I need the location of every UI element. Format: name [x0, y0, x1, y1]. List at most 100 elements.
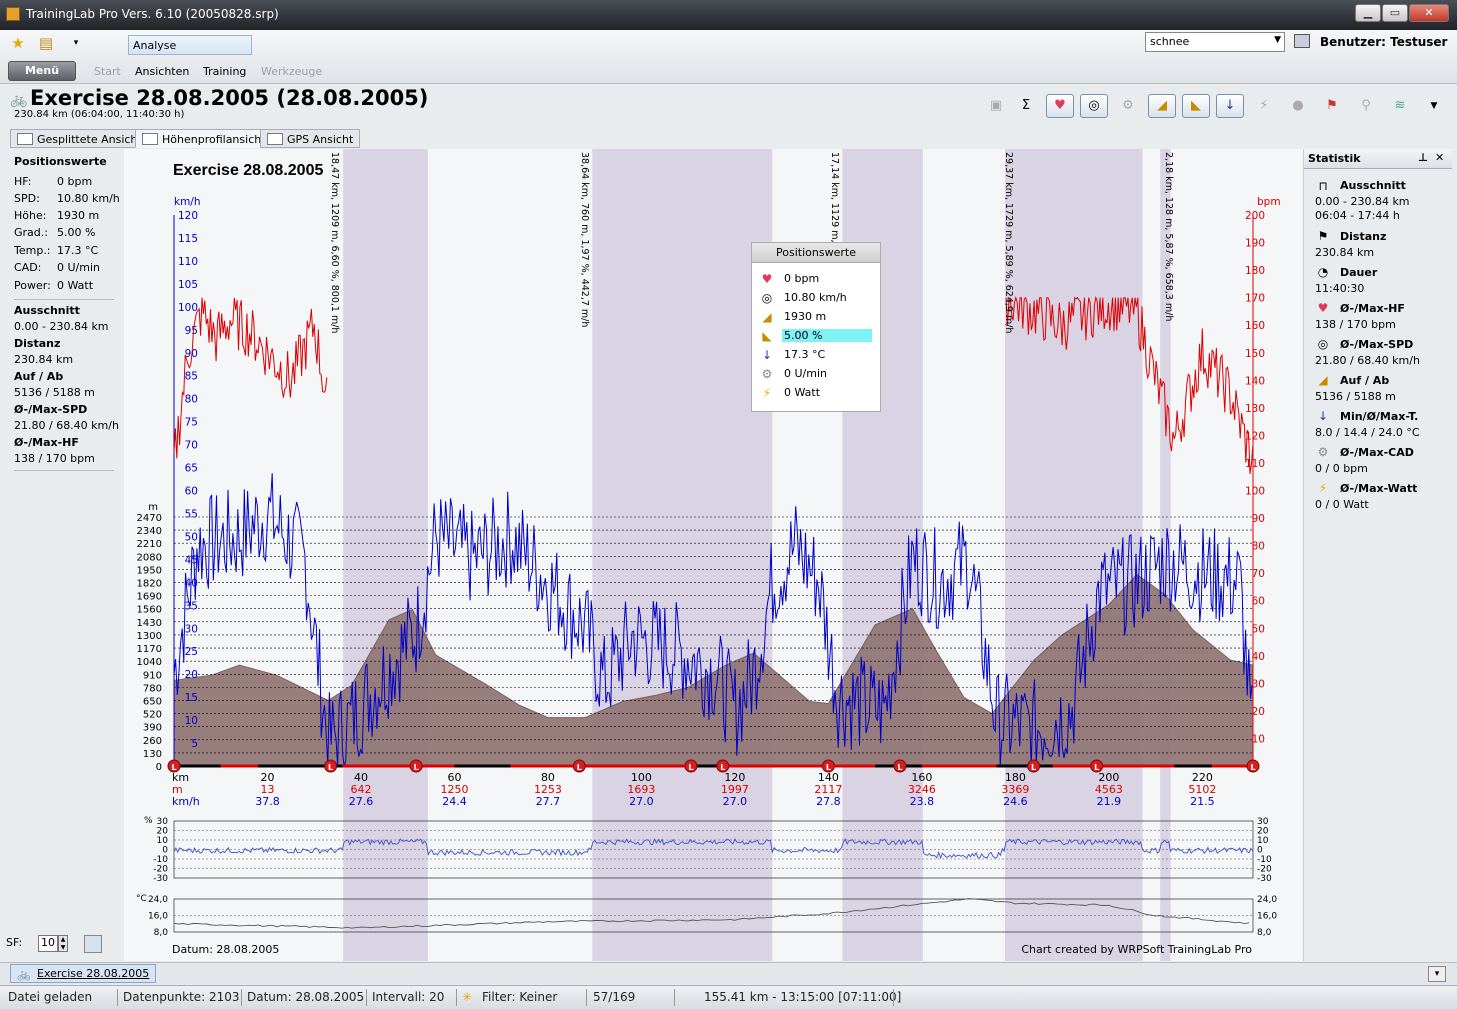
position-values-popup: Positionswerte ♥ 0 bpm ◎ 10.80 km/h ◢ 1930 …	[751, 242, 881, 412]
bike-icon: 🚲	[17, 968, 31, 981]
chart-date-label: Datum: 28.08.2005	[172, 943, 279, 956]
smoothing-factor-input[interactable]: 10	[38, 935, 58, 952]
lightning-icon: ⚡	[762, 386, 772, 400]
close-icon[interactable]: ✕	[1435, 151, 1444, 164]
pin-icon[interactable]: ⊥	[1418, 151, 1428, 164]
popup-row: ↓ 17.3 °C	[758, 347, 876, 364]
speed-row-label: km/h	[172, 795, 200, 808]
speedometer-icon: ◎	[761, 291, 773, 305]
image-icon[interactable]: ▣	[982, 94, 1010, 118]
filter-icon: ✳	[462, 990, 473, 1004]
hf-value: 0 bpm	[57, 175, 93, 188]
popup-hr-value: 0 bpm	[784, 272, 820, 285]
profile-combo[interactable]: schnee ▼	[1145, 32, 1285, 52]
smoothing-factor-spinner[interactable]: ▲ ▼	[58, 935, 68, 952]
cadence-icon: ⚙	[761, 367, 773, 381]
altitude-tick-label: 130	[143, 749, 162, 760]
power-icon[interactable]: ⚡	[1250, 94, 1278, 118]
maximize-button[interactable]: ▭	[1382, 4, 1408, 22]
power-value: 0 Watt	[57, 279, 94, 292]
menu-button[interactable]: Menü	[8, 61, 76, 81]
context-tab-analyse[interactable]: Analyse	[128, 35, 252, 55]
cad-value: 0 U/min	[57, 261, 100, 274]
title-bar: TrainingLab Pro Vers. 6.10 (20050828.srp…	[0, 0, 1457, 30]
altitude-tick-label: 1560	[137, 605, 162, 616]
sigma-icon[interactable]: Σ	[1012, 94, 1040, 118]
speed-tick-label: 80	[185, 394, 198, 406]
tab-ansichten[interactable]: Ansichten	[135, 65, 189, 78]
gradient-toggle-icon[interactable]: ◣	[1182, 94, 1210, 118]
popup-power-value: 0 Watt	[784, 386, 821, 399]
stat-value: 0 / 0 bpm	[1315, 462, 1368, 475]
close-button[interactable]: ✕	[1409, 4, 1449, 22]
stat-label: Ø-/Max-Watt	[1340, 482, 1418, 495]
cadence-icon[interactable]: ⚙	[1114, 94, 1142, 118]
tab-werkzeuge[interactable]: Werkzeuge	[261, 65, 322, 78]
climb-label: 2,18 km, 128 m, 5,87 %, 658,3 m/h	[1163, 152, 1174, 321]
speed-tick-label: 75	[185, 417, 198, 429]
speed-tick-label: 20	[185, 669, 198, 681]
heart-rate-toggle-icon[interactable]: ♥	[1046, 94, 1074, 118]
gradient-tick-label-right: -20	[1257, 865, 1272, 875]
gradient-value: 5.00 %	[57, 226, 96, 239]
hr-tick-label: 40	[1252, 651, 1265, 663]
temperature-toggle-icon[interactable]: ↓	[1216, 94, 1244, 118]
chevron-down-icon[interactable]: ▾	[1428, 966, 1446, 982]
lap-marker-label: L	[577, 763, 582, 772]
document-tab-exercise[interactable]: 🚲 Exercise 28.08.2005	[10, 964, 157, 983]
tab-start[interactable]: Start	[94, 65, 121, 78]
minimize-button[interactable]: ▁	[1355, 4, 1381, 22]
altitude-tick-label: 2470	[137, 513, 162, 524]
power-label: Power:	[14, 279, 51, 292]
speed-tick-label: 30	[185, 623, 198, 635]
stat-label: Ausschnitt	[1340, 179, 1406, 192]
apply-icon[interactable]	[84, 935, 102, 953]
speed-tick-label: 95	[185, 325, 198, 337]
temperature-tick-label-right: 24,0	[1257, 895, 1277, 905]
search-icon[interactable]: ●	[1284, 94, 1312, 118]
runner-icon[interactable]: ⚑	[1318, 94, 1346, 118]
page-subtitle: 230.84 km (06:04:00, 11:40:30 h)	[14, 109, 185, 120]
tab-hoehenprofilansicht[interactable]: Höhenprofilansicht	[135, 129, 273, 148]
speed-row-value: 37.8	[255, 795, 280, 808]
stat-label: Distanz	[1340, 230, 1387, 243]
speed-tick-label: 55	[185, 508, 198, 520]
gps-view-icon	[267, 133, 283, 145]
speed-tick-label: 115	[178, 233, 198, 245]
mountain-icon: ◢	[762, 310, 772, 324]
hr-tick-label: 140	[1245, 375, 1265, 387]
gradient-tick-label-right: -10	[1257, 855, 1272, 865]
hr-tick-label: 20	[1252, 706, 1265, 718]
tab-gesplittete-ansicht[interactable]: Gesplittete Ansicht	[10, 129, 149, 148]
tab-label: Höhenprofilansicht	[162, 133, 266, 146]
altitude-tick-label: 1040	[137, 657, 162, 668]
speed-tick-label: 85	[185, 371, 198, 383]
tab-gps-ansicht[interactable]: GPS Ansicht	[260, 129, 361, 148]
stat-label: Auf / Ab	[1340, 374, 1390, 387]
view-tabs: Gesplittete Ansicht Höhenprofilansicht G…	[0, 128, 1457, 273]
altitude-tick-label: 1300	[137, 631, 162, 642]
altitude-unit-label: m	[148, 502, 158, 513]
toolbar-overflow-icon[interactable]: ▼	[1420, 94, 1448, 118]
stat-value: 0.00 - 230.84 km	[1315, 195, 1410, 208]
star-icon[interactable]: ★	[8, 33, 28, 53]
speed-tick-label: 100	[178, 302, 198, 314]
chart-icon[interactable]: ≋	[1386, 94, 1414, 118]
summary-value: 138 / 170 bpm	[14, 452, 95, 465]
gradient-tick-label-left: -30	[153, 874, 168, 884]
thermometer-icon: ↓	[1317, 409, 1329, 423]
stat-value: 06:04 - 17:44 h	[1315, 209, 1400, 222]
tab-label: Gesplittete Ansicht	[37, 133, 142, 146]
climb-band	[343, 149, 428, 961]
altitude-profile-chart[interactable]: Exercise 28.08.2005 2470 2340 2210 2080 1950 1…	[124, 149, 1303, 961]
tab-training[interactable]: Training	[203, 65, 246, 78]
popup-gradient-value: 5.00 %	[782, 329, 872, 342]
altitude-toggle-icon[interactable]: ◢	[1148, 94, 1176, 118]
pin-icon[interactable]: ⚲	[1352, 94, 1380, 118]
quick-access-dropdown-icon[interactable]: ▾	[66, 33, 86, 53]
speed-row-value: 27.7	[536, 795, 561, 808]
summary-label: Ø-/Max-SPD	[14, 403, 88, 416]
speed-toggle-icon[interactable]: ◎	[1080, 94, 1108, 118]
folder-icon[interactable]: ▤	[36, 33, 56, 53]
window-title: TrainingLab Pro Vers. 6.10 (20050828.srp…	[26, 7, 279, 21]
